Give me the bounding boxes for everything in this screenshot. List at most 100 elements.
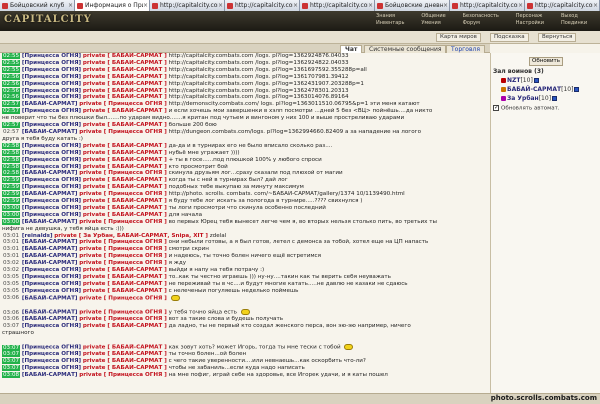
chat-nick[interactable]: [Принцесса ОГНЯ] (22, 281, 81, 287)
close-tab-icon[interactable]: × (368, 2, 373, 9)
chat-nick[interactable]: [Принцесса ОГНЯ] (22, 164, 81, 170)
chat-log[interactable]: 02:55 [Принцесса ОГНЯ] private [ БАБАЙ-С… (0, 53, 490, 393)
chat-private-target[interactable]: private [ БАБАЙ-САРМАТ ] (83, 345, 167, 351)
chat-nick[interactable]: [БАБАЙ-САРМАТ] (22, 191, 78, 197)
chat-private-target[interactable]: private [ Принцесса ОГНЯ ] (79, 260, 167, 266)
chat-private-target[interactable]: private [ БАБАЙ-САРМАТ ] (83, 94, 167, 100)
browser-tab[interactable]: Бойцовские дневники - БА...× (375, 0, 450, 11)
chat-private-target[interactable]: private [ БАБАЙ-САРМАТ ] (83, 212, 167, 218)
chat-private-target[interactable]: private [ БАБАЙ-САРМАТ ] (83, 60, 167, 66)
chat-nick[interactable]: [Принцесса ОГНЯ] (22, 358, 81, 364)
chat-private-target[interactable]: private [ БАБАЙ-САРМАТ ] (83, 358, 167, 364)
chat-private-target[interactable]: private [ Принцесса ОГНЯ ] (79, 101, 167, 107)
chat-nick[interactable]: [БАБАЙ-САРМАТ] (22, 316, 78, 322)
player-entry[interactable]: За Урбан[10] (501, 95, 558, 103)
chat-private-target[interactable]: private [ БАБАЙ-САРМАТ ] (83, 267, 167, 273)
chat-nick[interactable]: [Принцесса ОГНЯ] (22, 288, 81, 294)
chat-private-target[interactable]: private [ Принцесса ОГНЯ ] (79, 372, 167, 378)
browser-tab[interactable]: Информация о Принцесса ОГНЯ× (75, 0, 150, 11)
nav-link[interactable]: Безопасность (463, 13, 510, 19)
chat-private-target[interactable]: private [ БАБАЙ-САРМАТ ] (83, 74, 167, 80)
info-icon[interactable] (552, 96, 558, 101)
chat-private-target[interactable]: private [ Принцесса ОГНЯ ] (79, 246, 167, 252)
world-map-button[interactable]: Карта миров (436, 33, 481, 42)
chat-private-target[interactable]: private [ Принцесса ОГНЯ ] (79, 310, 167, 316)
chat-private-target[interactable]: private [ БАБАЙ-САРМАТ ] (83, 274, 167, 280)
chat-nick[interactable]: [Принцесса ОГНЯ] (22, 177, 81, 183)
browser-tab[interactable]: http://capitalcity.combats.com× (225, 0, 300, 11)
chat-nick[interactable]: [БАБАЙ-САРМАТ] (22, 295, 78, 301)
chat-nick[interactable]: [Принцесса ОГНЯ] (22, 157, 81, 163)
info-icon[interactable] (574, 87, 580, 92)
chat-private-target[interactable]: private [ Принцесса ОГНЯ ] (79, 295, 167, 301)
player-name[interactable]: NZT (507, 77, 520, 84)
chat-nick[interactable]: [БАБАЙ-САРМАТ] (22, 101, 78, 107)
player-entry[interactable]: NZT[10] (501, 77, 539, 85)
info-icon[interactable] (533, 78, 539, 83)
tab-system-messages[interactable]: Системные сообщения (364, 45, 447, 53)
chat-nick[interactable]: [Принцесса ОГНЯ] (22, 212, 81, 218)
tab-chat[interactable]: Чат (340, 45, 363, 53)
chat-private-target[interactable]: private [ БАБАЙ-САРМАТ ] (83, 164, 167, 170)
browser-tab[interactable]: Бойцовский клуб × (0, 0, 75, 11)
chat-private-target[interactable]: private [ БАБАЙ-САРМАТ ] (83, 365, 167, 371)
nav-link[interactable]: Знания (376, 13, 415, 19)
chat-nick[interactable]: [Принцесса ОГНЯ] (22, 94, 81, 100)
chat-private-target[interactable]: private [ Принцесса ОГНЯ ] (79, 239, 167, 245)
refresh-button[interactable]: Обновить (529, 57, 563, 66)
chat-private-target[interactable]: private [ БАБАЙ-САРМАТ ] (83, 143, 167, 149)
chat-nick[interactable]: [Принцесса ОГНЯ] (22, 60, 81, 66)
nav-link[interactable]: Общение (421, 13, 456, 19)
close-tab-icon[interactable]: × (593, 2, 598, 9)
chat-private-target[interactable]: private [ БАБАЙ-САРМАТ ] (83, 81, 167, 87)
chat-nick[interactable]: [Принцесса ОГНЯ] (22, 323, 81, 329)
browser-tab[interactable]: http://capitalcity.combats.com× (450, 0, 525, 11)
chat-private-target[interactable]: private [ БАБАЙ-САРМАТ ] (83, 122, 167, 128)
chat-nick[interactable]: [Принцесса ОГНЯ] (22, 267, 81, 273)
close-tab-icon[interactable]: × (293, 2, 298, 9)
nav-link[interactable]: Инвентарь (376, 20, 415, 26)
player-entry[interactable]: БАБАЙ-САРМАТ[10] (501, 86, 580, 94)
close-tab-icon[interactable]: × (68, 2, 73, 9)
chat-nick[interactable]: [Принцесса ОГНЯ] (22, 274, 81, 280)
chat-nick[interactable]: [БАБАЙ-САРМАТ] (22, 129, 78, 135)
chat-private-target[interactable]: private [ БАБАЙ-САРМАТ ] (83, 177, 167, 183)
chat-nick[interactable]: [Принцесса ОГНЯ] (22, 88, 81, 94)
chat-private-target[interactable]: private [ БАБАЙ-САРМАТ ] (83, 198, 167, 204)
chat-private-target[interactable]: private [ БАБАЙ-САРМАТ ] (83, 351, 167, 357)
chat-nick[interactable]: [Принцесса ОГНЯ] (22, 345, 81, 351)
chat-private-target[interactable]: private [ БАБАЙ-САРМАТ ] (83, 88, 167, 94)
chat-nick[interactable]: [Принцесса ОГНЯ] (22, 143, 81, 149)
nav-link[interactable]: Форум (463, 20, 510, 26)
player-name[interactable]: За Урбан (507, 95, 539, 102)
nav-link[interactable]: Настройки (516, 20, 555, 26)
chat-nick[interactable]: [Принцесса ОГНЯ] (22, 198, 81, 204)
chat-nick[interactable]: [Принцесса ОГНЯ] (22, 150, 81, 156)
chat-private-target[interactable]: private [ Принцесса ОГНЯ ] (79, 129, 167, 135)
chat-private-target[interactable]: private [ БАБАЙ-САРМАТ ] (83, 288, 167, 294)
chat-nick[interactable]: [БАБАЙ-САРМАТ] (22, 310, 78, 316)
chat-private-target[interactable]: private [ За Урбан, БАБАЙ-САРМАТ, Snipa,… (54, 233, 208, 239)
chat-nick[interactable]: [БАБАЙ-САРМАТ] (22, 253, 78, 259)
close-tab-icon[interactable]: × (218, 2, 223, 9)
chat-nick[interactable]: [Принцесса ОГНЯ] (22, 53, 81, 59)
chat-nick[interactable]: [Принцесса ОГНЯ] (22, 67, 81, 73)
hint-button[interactable]: Подсказка (490, 33, 529, 42)
chat-nick[interactable]: [Принцесса ОГНЯ] (22, 122, 81, 128)
chat-private-target[interactable]: private [ Принцесса ОГНЯ ] (79, 316, 167, 322)
chat-nick[interactable]: [БАБАЙ-САРМАТ] (22, 372, 78, 378)
chat-nick[interactable]: [Принцесса ОГНЯ] (22, 351, 81, 357)
chat-private-target[interactable]: private [ БАБАЙ-САРМАТ ] (83, 67, 167, 73)
nav-link[interactable]: Умения (421, 20, 456, 26)
browser-tab[interactable]: http://capitalcity.combats.com× (525, 0, 600, 11)
chat-private-target[interactable]: private [ Принцесса ОГНЯ ] (79, 219, 167, 225)
browser-tab[interactable]: http://capitalcity.combats.com× (300, 0, 375, 11)
chat-nick[interactable]: [reinalds] (22, 233, 53, 239)
chat-nick[interactable]: [Принцесса ОГНЯ] (22, 365, 81, 371)
chat-nick[interactable]: [Принцесса ОГНЯ] (22, 205, 81, 211)
auto-refresh-checkbox[interactable]: Обновлять автомат. (493, 104, 560, 112)
close-tab-icon[interactable]: × (443, 2, 448, 9)
chat-nick[interactable]: [БАБАЙ-САРМАТ] (22, 260, 78, 266)
chat-private-target[interactable]: private [ Принцесса ОГНЯ ] (79, 191, 167, 197)
chat-nick[interactable]: [Принцесса ОГНЯ] (22, 81, 81, 87)
